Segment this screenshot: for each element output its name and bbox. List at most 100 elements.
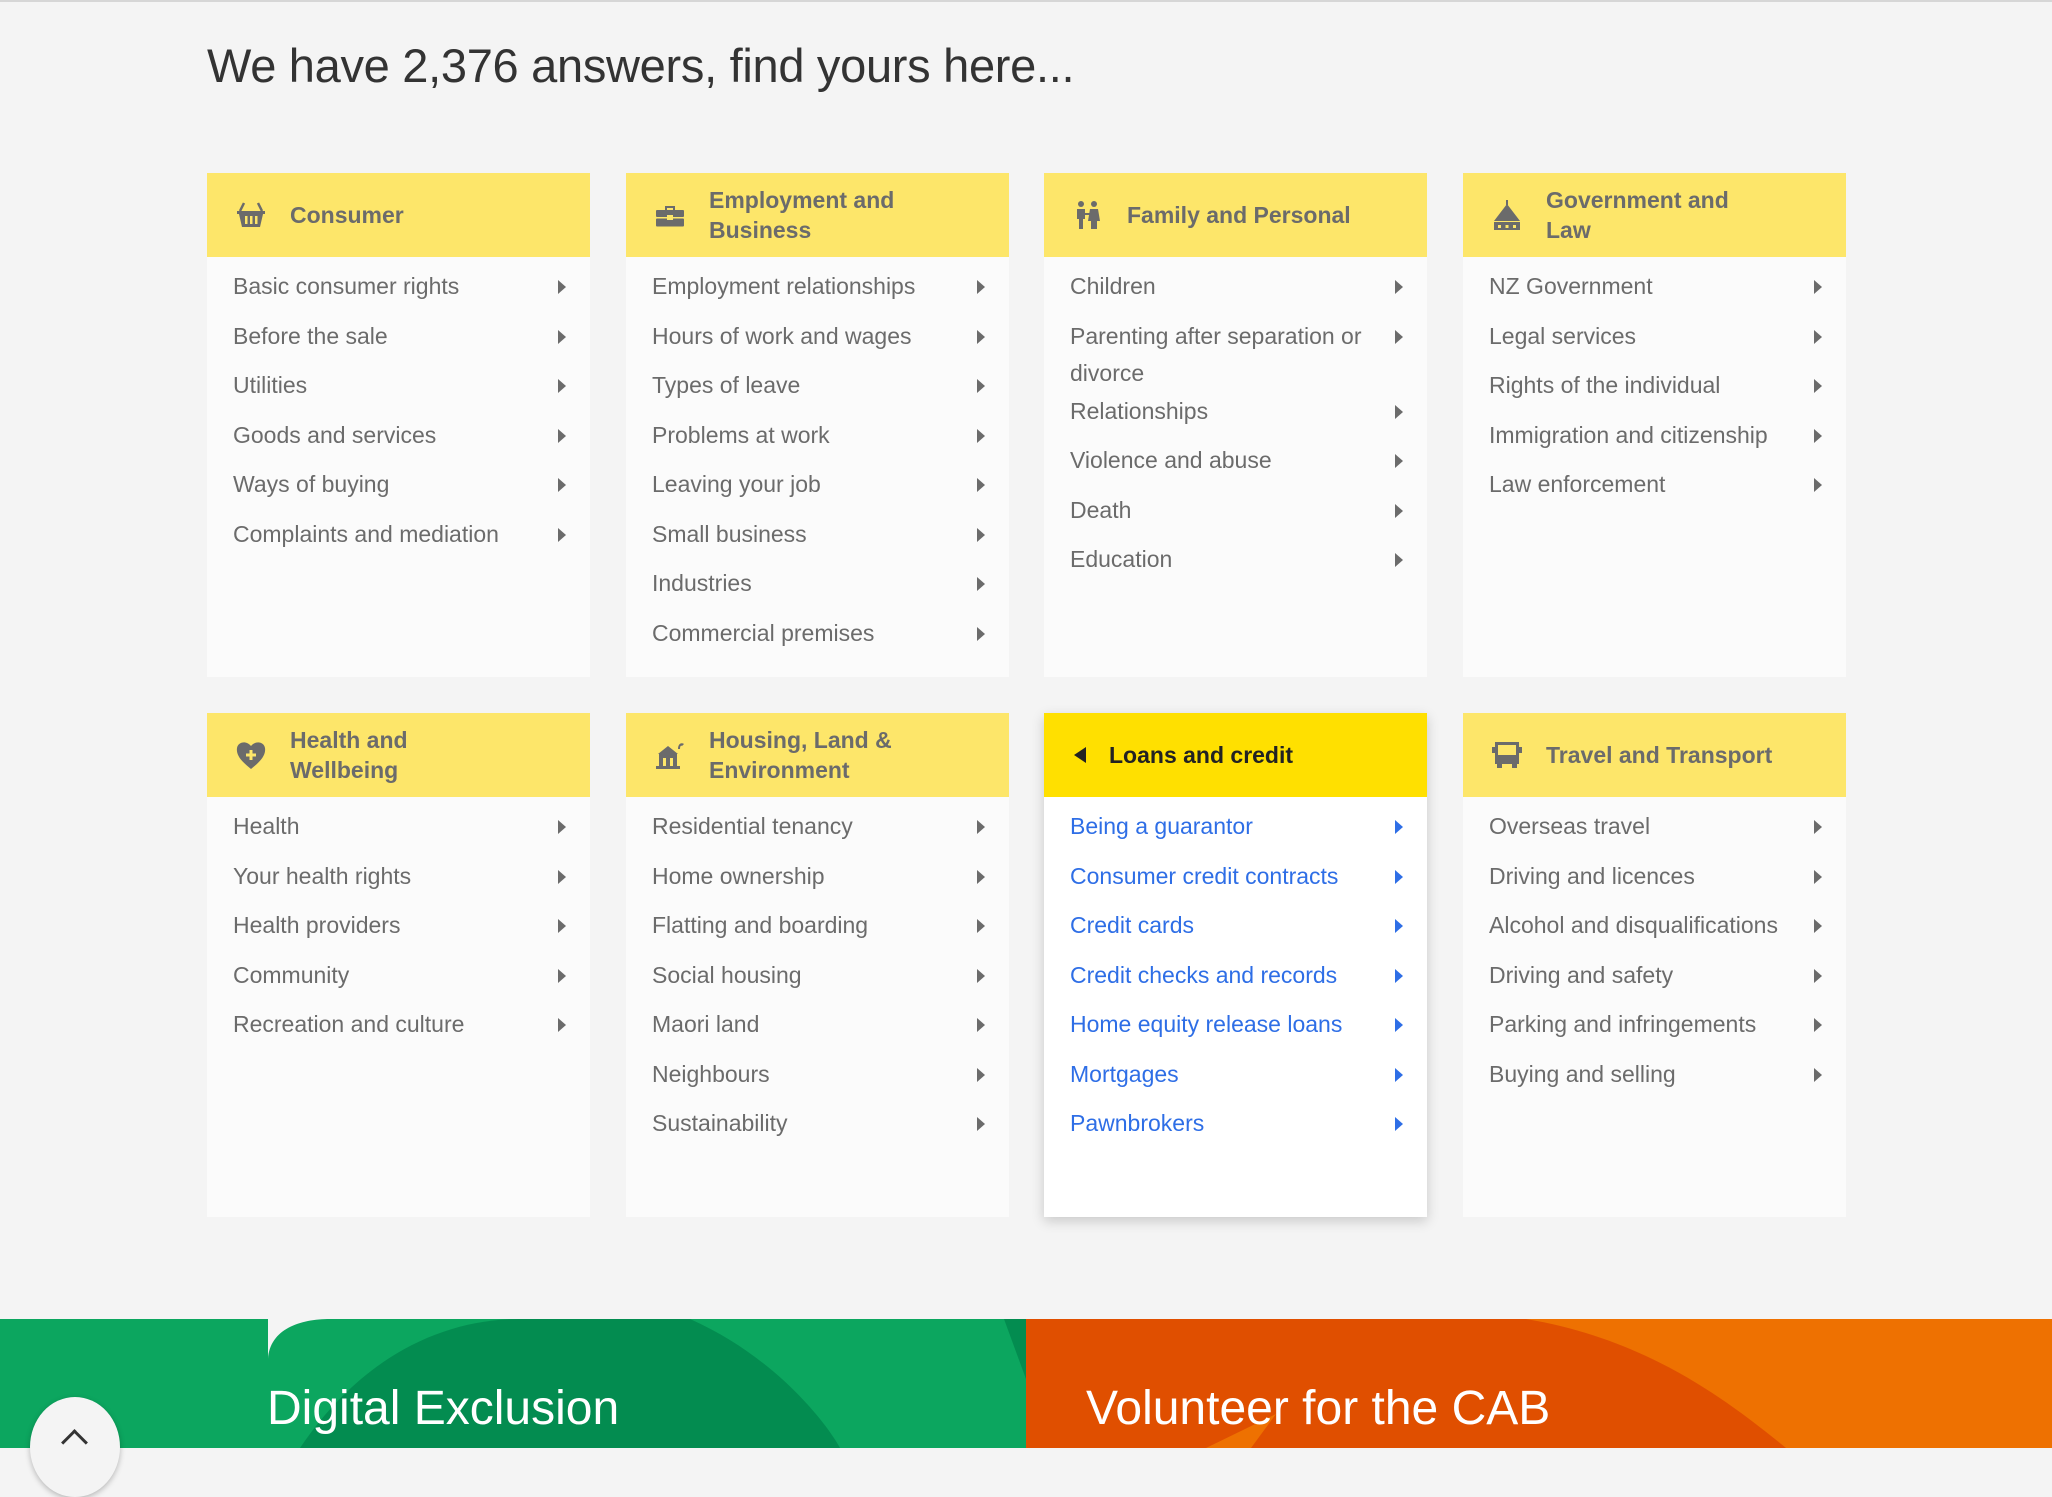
topic-link[interactable]: Recreation and culture <box>207 1005 590 1055</box>
topic-link[interactable]: Complaints and mediation <box>207 515 590 565</box>
topic-link[interactable]: Types of leave <box>626 366 1009 416</box>
topic-link[interactable]: Pawnbrokers <box>1044 1104 1427 1154</box>
topic-card-title[interactable]: Family and Personal <box>1127 200 1351 230</box>
topic-link-label[interactable]: Parenting after separation or divorce <box>1070 317 1385 392</box>
topic-link[interactable]: Basic consumer rights <box>207 267 590 317</box>
topic-link-label[interactable]: Problems at work <box>652 416 830 454</box>
topic-link[interactable]: Home ownership <box>626 857 1009 907</box>
topic-card-title[interactable]: Government and Law <box>1546 185 1776 245</box>
back-arrow-icon[interactable] <box>1071 738 1089 772</box>
topic-link-label[interactable]: Buying and selling <box>1489 1055 1676 1093</box>
topic-card-title[interactable]: Health and Wellbeing <box>290 725 520 785</box>
topic-link[interactable]: Neighbours <box>626 1055 1009 1105</box>
topic-card-title[interactable]: Employment and Business <box>709 185 939 245</box>
topic-link-label[interactable]: Social housing <box>652 956 802 994</box>
topic-link-label[interactable]: Flatting and boarding <box>652 906 868 944</box>
topic-link[interactable]: Credit cards <box>1044 906 1427 956</box>
topic-link[interactable]: Immigration and citizenship <box>1463 416 1846 466</box>
topic-link[interactable]: Community <box>207 956 590 1006</box>
topic-link[interactable]: Parking and infringements <box>1463 1005 1846 1055</box>
topic-link[interactable]: Home equity release loans <box>1044 1005 1427 1055</box>
topic-link-label[interactable]: Relationships <box>1070 392 1208 430</box>
digital-exclusion-banner[interactable]: Digital Exclusion <box>0 1319 1026 1448</box>
topic-link-label[interactable]: Employment relationships <box>652 267 915 305</box>
banner-title[interactable]: Digital Exclusion <box>267 1381 619 1436</box>
topic-link-label[interactable]: Goods and services <box>233 416 436 454</box>
topic-card-title[interactable]: Consumer <box>290 200 404 230</box>
topic-link[interactable]: Commercial premises <box>626 614 1009 664</box>
topic-link[interactable]: Problems at work <box>626 416 1009 466</box>
topic-link-label[interactable]: Immigration and citizenship <box>1489 416 1768 454</box>
topic-link-label[interactable]: Rights of the individual <box>1489 366 1720 404</box>
topic-card-header[interactable]: Travel and Transport <box>1463 713 1846 797</box>
volunteer-banner[interactable]: Volunteer for the CAB <box>1026 1319 2052 1448</box>
topic-link[interactable]: Health <box>207 807 590 857</box>
topic-link-label[interactable]: Consumer credit contracts <box>1070 857 1338 895</box>
topic-link[interactable]: Violence and abuse <box>1044 441 1427 491</box>
topic-link[interactable]: Alcohol and disqualifications <box>1463 906 1846 956</box>
topic-link-label[interactable]: Credit cards <box>1070 906 1194 944</box>
banner-title[interactable]: Volunteer for the CAB <box>1086 1381 1550 1436</box>
topic-link[interactable]: Leaving your job <box>626 465 1009 515</box>
topic-card-header[interactable]: Health and Wellbeing <box>207 713 590 797</box>
topic-link[interactable]: Driving and licences <box>1463 857 1846 907</box>
topic-link[interactable]: Ways of buying <box>207 465 590 515</box>
topic-link[interactable]: Employment relationships <box>626 267 1009 317</box>
topic-link-label[interactable]: Industries <box>652 564 752 602</box>
topic-card-title[interactable]: Housing, Land & Environment <box>709 725 939 785</box>
topic-card-header[interactable]: Employment and Business <box>626 173 1009 257</box>
topic-link[interactable]: Flatting and boarding <box>626 906 1009 956</box>
topic-link-label[interactable]: Your health rights <box>233 857 411 895</box>
topic-link[interactable]: Consumer credit contracts <box>1044 857 1427 907</box>
topic-link-label[interactable]: Education <box>1070 540 1172 578</box>
topic-link[interactable]: Small business <box>626 515 1009 565</box>
back-button[interactable]: Loans and credit <box>1044 713 1427 797</box>
topic-link-label[interactable]: Before the sale <box>233 317 388 355</box>
topic-link[interactable]: Before the sale <box>207 317 590 367</box>
topic-link[interactable]: Hours of work and wages <box>626 317 1009 367</box>
topic-link-label[interactable]: Parking and infringements <box>1489 1005 1756 1043</box>
scroll-to-top-button[interactable] <box>30 1397 120 1497</box>
topic-link-label[interactable]: Commercial premises <box>652 614 874 652</box>
topic-card-header[interactable]: Family and Personal <box>1044 173 1427 257</box>
topic-link-label[interactable]: Health <box>233 807 299 845</box>
topic-link-label[interactable]: Overseas travel <box>1489 807 1650 845</box>
topic-link[interactable]: Credit checks and records <box>1044 956 1427 1006</box>
topic-link-label[interactable]: Recreation and culture <box>233 1005 464 1043</box>
topic-link[interactable]: Goods and services <box>207 416 590 466</box>
topic-link-label[interactable]: Death <box>1070 491 1131 529</box>
topic-link-label[interactable]: Community <box>233 956 349 994</box>
topic-link[interactable]: Sustainability <box>626 1104 1009 1154</box>
topic-link[interactable]: Death <box>1044 491 1427 541</box>
topic-link-label[interactable]: Residential tenancy <box>652 807 853 845</box>
topic-link-label[interactable]: Hours of work and wages <box>652 317 912 355</box>
topic-link[interactable]: Buying and selling <box>1463 1055 1846 1105</box>
topic-link[interactable]: Residential tenancy <box>626 807 1009 857</box>
topic-link-label[interactable]: Law enforcement <box>1489 465 1665 503</box>
topic-link[interactable]: Rights of the individual <box>1463 366 1846 416</box>
topic-link[interactable]: Relationships <box>1044 392 1427 442</box>
topic-link-label[interactable]: Sustainability <box>652 1104 788 1142</box>
topic-link[interactable]: Overseas travel <box>1463 807 1846 857</box>
topic-link-label[interactable]: Violence and abuse <box>1070 441 1272 479</box>
topic-link[interactable]: Legal services <box>1463 317 1846 367</box>
topic-card-title[interactable]: Loans and credit <box>1109 740 1293 770</box>
topic-link-label[interactable]: Being a guarantor <box>1070 807 1253 845</box>
topic-link-label[interactable]: Utilities <box>233 366 307 404</box>
topic-link[interactable]: Education <box>1044 540 1427 590</box>
topic-link-label[interactable]: Driving and licences <box>1489 857 1695 895</box>
topic-link-label[interactable]: Health providers <box>233 906 400 944</box>
topic-link-label[interactable]: Complaints and mediation <box>233 515 499 553</box>
topic-link-label[interactable]: Legal services <box>1489 317 1636 355</box>
topic-link-label[interactable]: Small business <box>652 515 807 553</box>
topic-link-label[interactable]: Leaving your job <box>652 465 821 503</box>
topic-link-label[interactable]: Pawnbrokers <box>1070 1104 1204 1142</box>
topic-card-header[interactable]: Housing, Land & Environment <box>626 713 1009 797</box>
topic-link-label[interactable]: Mortgages <box>1070 1055 1179 1093</box>
topic-link[interactable]: Utilities <box>207 366 590 416</box>
topic-link-label[interactable]: Ways of buying <box>233 465 389 503</box>
topic-link[interactable]: Maori land <box>626 1005 1009 1055</box>
topic-link[interactable]: NZ Government <box>1463 267 1846 317</box>
topic-link[interactable]: Industries <box>626 564 1009 614</box>
topic-link-label[interactable]: NZ Government <box>1489 267 1653 305</box>
